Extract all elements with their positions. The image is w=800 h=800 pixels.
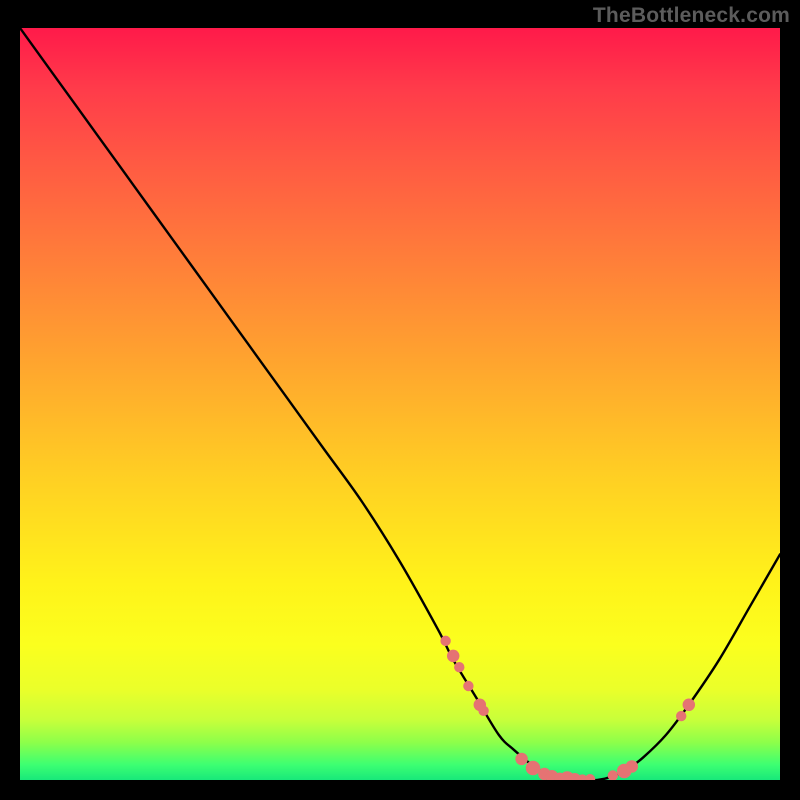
- curve-marker: [447, 650, 459, 662]
- curve-marker: [515, 753, 527, 765]
- curve-marker: [463, 681, 473, 691]
- curve-marker: [676, 711, 686, 721]
- chart-frame: TheBottleneck.com: [0, 0, 800, 800]
- curve-markers: [440, 636, 695, 780]
- chart-svg: [20, 28, 780, 780]
- curve-marker: [454, 662, 464, 672]
- curve-marker: [626, 760, 638, 772]
- curve-marker: [526, 761, 541, 776]
- curve-marker: [440, 636, 450, 646]
- curve-marker: [478, 706, 488, 716]
- curve-marker: [608, 770, 618, 780]
- curve-marker: [683, 699, 695, 711]
- bottleneck-curve: [20, 28, 780, 780]
- watermark-text: TheBottleneck.com: [593, 4, 790, 28]
- curve-marker: [585, 774, 595, 780]
